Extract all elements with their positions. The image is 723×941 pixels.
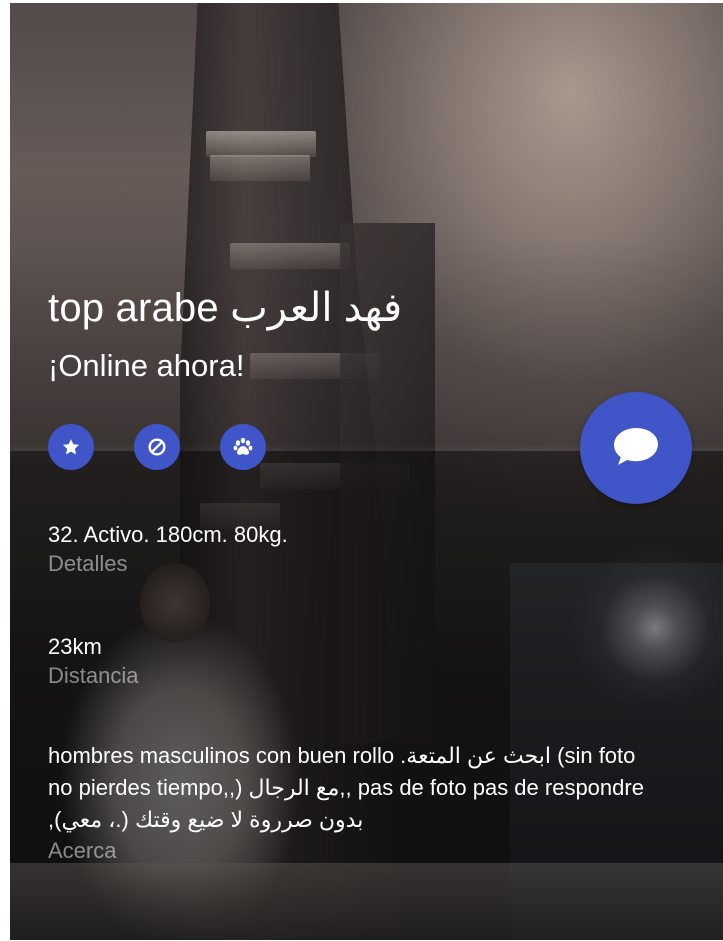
about-text: hombres masculinos con buen rollo .ابحث … xyxy=(48,743,644,832)
distance-section: 23km Distancia xyxy=(48,633,138,691)
chat-bubble-icon xyxy=(611,424,661,473)
details-section: 32. Activo. 180cm. 80kg. Detalles xyxy=(48,521,288,579)
distance-label: Distancia xyxy=(48,663,139,688)
star-icon xyxy=(61,437,81,457)
profile-name: top arabe فهد العرب xyxy=(48,286,403,330)
profile-view: top arabe فهد العرب ¡Online ahora! 32. A… xyxy=(10,3,723,940)
about-section: hombres masculinos con buen rollo .ابحث … xyxy=(48,740,648,866)
online-status: ¡Online ahora! xyxy=(48,348,245,383)
block-icon xyxy=(146,436,168,458)
details-value: 32. Activo. 180cm. 80kg. xyxy=(48,522,288,547)
distance-value: 23km xyxy=(48,634,102,659)
chat-button[interactable] xyxy=(580,392,692,504)
paw-icon xyxy=(231,435,255,459)
action-buttons xyxy=(48,424,266,470)
block-button[interactable] xyxy=(134,424,180,470)
details-label: Detalles xyxy=(48,551,128,576)
tap-button[interactable] xyxy=(220,424,266,470)
favorite-button[interactable] xyxy=(48,424,94,470)
about-label: Acerca xyxy=(48,838,117,863)
